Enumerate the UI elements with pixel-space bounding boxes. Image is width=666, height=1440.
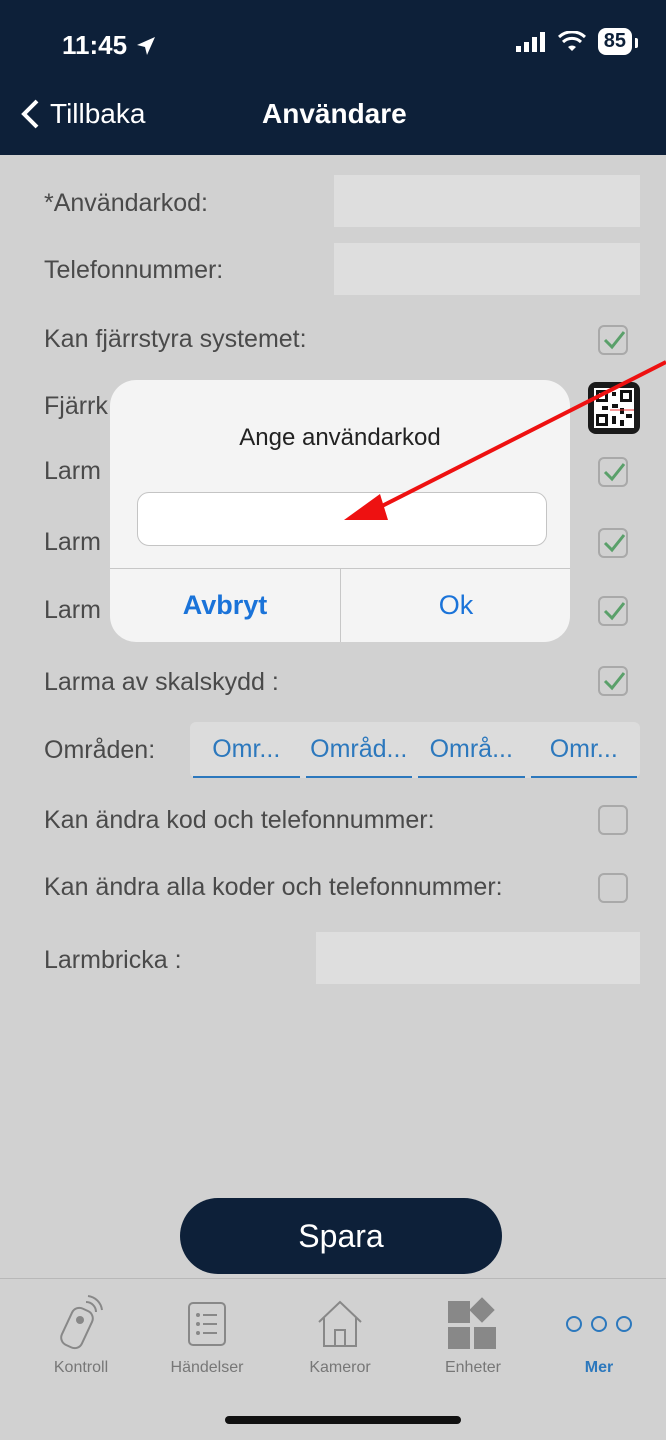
more-dots-icon [544, 1289, 654, 1359]
checkmark-icon [603, 602, 625, 621]
location-arrow-icon [137, 36, 156, 55]
user-code-dialog: Ange användarkod Avbryt Ok [110, 380, 570, 642]
arm-option-1-checkbox[interactable] [598, 457, 628, 487]
dialog-title: Ange användarkod [239, 424, 441, 451]
alarm-tag-field[interactable] [316, 932, 640, 984]
remote-control-label: Kan fjärrstyra systemet: [44, 325, 307, 353]
dialog-cancel-button[interactable]: Avbryt [110, 568, 340, 642]
home-indicator [225, 1416, 461, 1424]
tab-handelser-label: Händelser [170, 1359, 244, 1376]
tab-mer[interactable]: Mer [544, 1289, 654, 1377]
area-segment-3[interactable]: Områ... [418, 722, 525, 778]
dialog-code-input[interactable] [137, 492, 547, 546]
status-time-text: 11:45 [62, 30, 128, 60]
remote-control-icon [26, 1289, 136, 1359]
checkmark-icon [603, 672, 625, 691]
back-label: Tillbaka [50, 98, 146, 129]
area-segment-4[interactable]: Omr... [530, 722, 637, 778]
alarm-tag-label: Larmbricka : [44, 946, 182, 974]
back-button[interactable]: Tillbaka [20, 98, 145, 130]
battery-indicator: 85 [597, 28, 639, 55]
phone-label: Telefonnummer: [44, 256, 224, 284]
area-segment-1[interactable]: Omr... [193, 722, 300, 778]
change-all-codes-label: Kan ändra alla koder och telefonnummer: [44, 873, 503, 901]
checkmark-icon [603, 534, 625, 553]
devices-grid-icon [418, 1289, 528, 1359]
arm-option-3-checkbox[interactable] [598, 596, 628, 626]
wifi-icon [557, 30, 586, 51]
user-code-label: *Användarkod: [44, 189, 209, 217]
checkmark-icon [603, 331, 625, 350]
area-segment-2[interactable]: Områd... [305, 722, 412, 778]
disarm-shell-label: Larma av skalskydd : [44, 668, 279, 696]
checkmark-icon [603, 463, 625, 482]
tab-mer-label: Mer [584, 1359, 614, 1376]
arm-option-1-label: Larm [44, 457, 101, 485]
tab-kontroll-label: Kontroll [53, 1359, 109, 1376]
chevron-left-icon [21, 99, 39, 129]
areas-label: Områden: [44, 736, 156, 764]
change-all-codes-checkbox[interactable] [598, 873, 628, 903]
change-own-code-label: Kan ändra kod och telefonnummer: [44, 806, 435, 834]
cellular-signal-icon [515, 31, 545, 52]
tab-enheter-label: Enheter [444, 1359, 502, 1376]
phone-field[interactable] [334, 243, 640, 295]
change-own-code-checkbox[interactable] [598, 805, 628, 835]
save-button[interactable]: Spara [180, 1198, 502, 1274]
tab-kameror[interactable]: Kameror [285, 1289, 395, 1377]
disarm-shell-checkbox[interactable] [598, 666, 628, 696]
tab-kameror-label: Kameror [309, 1359, 371, 1376]
dialog-ok-button[interactable]: Ok [341, 568, 570, 642]
remote-control-checkbox[interactable] [598, 325, 628, 355]
status-icons: 85 [515, 28, 639, 55]
arm-option-3-label: Larm [44, 596, 101, 624]
house-camera-icon [285, 1289, 395, 1359]
app-header: 11:45 85 Tillbaka Användare [0, 0, 666, 155]
remote-key-label: Fjärrk [44, 392, 108, 420]
arm-option-2-checkbox[interactable] [598, 528, 628, 558]
page-title: Användare [262, 98, 407, 129]
arm-option-2-label: Larm [44, 528, 101, 556]
tab-kontroll[interactable]: Kontroll [26, 1289, 136, 1377]
tab-handelser[interactable]: Händelser [152, 1289, 262, 1377]
qr-code-icon[interactable] [588, 382, 640, 434]
tab-enheter[interactable]: Enheter [418, 1289, 528, 1377]
status-time: 11:45 [62, 30, 157, 61]
areas-segmented-control: Omr... Områd... Områ... Omr... [190, 722, 640, 778]
user-code-field[interactable] [334, 175, 640, 227]
event-list-icon [152, 1289, 262, 1359]
qr-pattern-icon [594, 388, 634, 428]
